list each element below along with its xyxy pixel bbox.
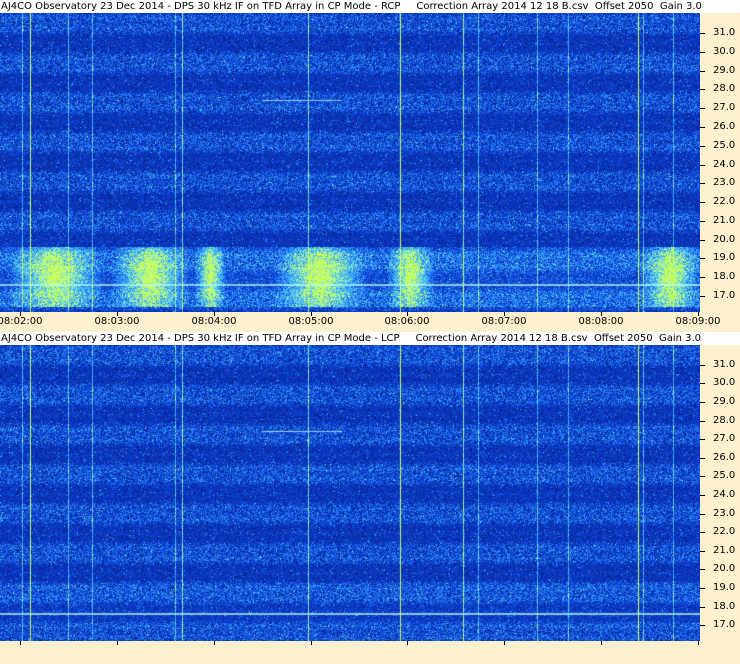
lcp-freq-tick bbox=[700, 514, 705, 515]
rcp-freq-tick bbox=[700, 183, 705, 184]
rcp-freq-tick bbox=[700, 52, 705, 53]
lcp-freq-label: 24.0 bbox=[713, 489, 736, 500]
lcp-freq-label: 26.0 bbox=[713, 452, 736, 463]
lcp-freq-tick bbox=[700, 532, 705, 533]
rcp-time-label: 08:04:00 bbox=[191, 316, 237, 327]
lcp-freq-tick bbox=[700, 458, 705, 459]
rcp-spectrogram-canvas bbox=[0, 13, 700, 312]
lcp-time-tick bbox=[311, 641, 312, 645]
lcp-spectrogram-canvas bbox=[0, 345, 700, 641]
lcp-freq-label: 22.0 bbox=[713, 526, 736, 537]
rcp-time-label: 08:03:00 bbox=[94, 316, 140, 327]
lcp-freq-tick bbox=[700, 551, 705, 552]
lcp-freq-label: 28.0 bbox=[713, 415, 736, 426]
lcp-time-tick bbox=[504, 641, 505, 645]
rcp-time-axis: 08:02:00 08:03:00 08:04:00 08:05:00 08:06:00… bbox=[0, 312, 740, 332]
rcp-freq-tick bbox=[700, 71, 705, 72]
lcp-freq-label: 23.0 bbox=[713, 508, 736, 519]
lcp-freq-tick bbox=[700, 365, 705, 366]
lcp-freq-tick bbox=[700, 588, 705, 589]
lcp-freq-label: 17.0 bbox=[713, 619, 736, 630]
lcp-freq-label: 19.0 bbox=[713, 582, 736, 593]
lcp-freq-tick bbox=[700, 625, 705, 626]
lcp-time-tick bbox=[214, 641, 215, 645]
lcp-freq-label: 31.0 bbox=[713, 359, 736, 370]
rcp-time-label: 08:08:00 bbox=[578, 316, 624, 327]
lcp-freq-label: 21.0 bbox=[713, 545, 736, 556]
lcp-time-tick bbox=[117, 641, 118, 645]
rcp-freq-tick bbox=[700, 258, 705, 259]
rcp-freq-label: 24.0 bbox=[713, 159, 736, 170]
lcp-panel-title: AJ4CO Observatory 23 Dec 2014 - DPS 30 k… bbox=[0, 332, 740, 345]
lcp-time-axis bbox=[0, 641, 740, 664]
lcp-freq-label: 20.0 bbox=[713, 563, 736, 574]
lcp-time-tick bbox=[407, 641, 408, 645]
rcp-freq-label: 28.0 bbox=[713, 83, 736, 94]
lcp-spectrogram[interactable] bbox=[0, 345, 700, 641]
rcp-time-label: 08:06:00 bbox=[384, 316, 430, 327]
rcp-freq-label: 25.0 bbox=[713, 140, 736, 151]
rcp-freq-tick bbox=[700, 296, 705, 297]
rcp-panel-title: AJ4CO Observatory 23 Dec 2014 - DPS 30 k… bbox=[0, 0, 740, 13]
lcp-freq-tick bbox=[700, 421, 705, 422]
rcp-freq-label: 31.0 bbox=[713, 27, 736, 38]
rcp-freq-label: 21.0 bbox=[713, 215, 736, 226]
rcp-freq-tick bbox=[700, 108, 705, 109]
lcp-freq-tick bbox=[700, 495, 705, 496]
rcp-freq-tick bbox=[700, 165, 705, 166]
rcp-time-label: 08:02:00 bbox=[0, 316, 43, 327]
rcp-freq-tick bbox=[700, 89, 705, 90]
rcp-time-label: 08:05:00 bbox=[288, 316, 334, 327]
lcp-time-tick bbox=[601, 641, 602, 645]
rcp-freq-tick bbox=[700, 33, 705, 34]
rcp-freq-label: 18.0 bbox=[713, 271, 736, 282]
rcp-freq-tick bbox=[700, 202, 705, 203]
lcp-time-tick bbox=[698, 641, 699, 645]
rcp-freq-label: 22.0 bbox=[713, 196, 736, 207]
lcp-freq-label: 29.0 bbox=[713, 396, 736, 407]
lcp-freq-label: 30.0 bbox=[713, 377, 736, 388]
rcp-freq-label: 29.0 bbox=[713, 65, 736, 76]
rcp-freq-tick bbox=[700, 221, 705, 222]
rcp-time-label: 08:07:00 bbox=[481, 316, 527, 327]
rcp-freq-label: 30.0 bbox=[713, 46, 736, 57]
lcp-freq-label: 25.0 bbox=[713, 470, 736, 481]
rcp-freq-tick bbox=[700, 127, 705, 128]
rcp-freq-label: 19.0 bbox=[713, 252, 736, 263]
lcp-freq-tick bbox=[700, 607, 705, 608]
lcp-freq-tick bbox=[700, 383, 705, 384]
rcp-frequency-axis: 31.0 30.0 29.0 28.0 27.0 26.0 25.0 24.0 23.0 22.0… bbox=[700, 13, 740, 312]
lcp-freq-tick bbox=[700, 476, 705, 477]
lcp-freq-tick bbox=[700, 569, 705, 570]
lcp-freq-tick bbox=[700, 402, 705, 403]
rcp-time-label: 08:09:00 bbox=[675, 316, 721, 327]
lcp-freq-tick bbox=[700, 439, 705, 440]
rcp-spectrogram[interactable] bbox=[0, 13, 700, 312]
rcp-freq-tick bbox=[700, 277, 705, 278]
rcp-freq-label: 27.0 bbox=[713, 102, 736, 113]
rcp-freq-tick bbox=[700, 146, 705, 147]
rcp-freq-label: 20.0 bbox=[713, 234, 736, 245]
rcp-freq-label: 17.0 bbox=[713, 290, 736, 301]
rcp-freq-label: 23.0 bbox=[713, 177, 736, 188]
lcp-freq-label: 18.0 bbox=[713, 601, 736, 612]
rcp-freq-label: 26.0 bbox=[713, 121, 736, 132]
lcp-time-tick bbox=[20, 641, 21, 645]
lcp-frequency-axis: 31.0 30.0 29.0 28.0 27.0 26.0 25.0 24.0 23.0 22.0… bbox=[700, 345, 740, 641]
rcp-freq-tick bbox=[700, 240, 705, 241]
lcp-freq-label: 27.0 bbox=[713, 433, 736, 444]
